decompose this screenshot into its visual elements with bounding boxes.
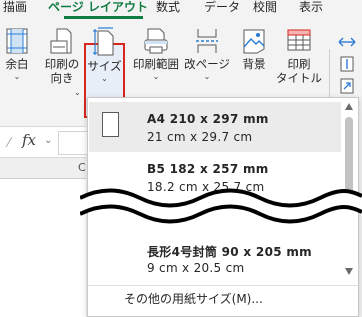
paper-size-subtitle: 9 cm x 20.5 cm [147, 261, 245, 275]
background-label: 背景 [242, 57, 266, 71]
margins-icon [6, 28, 28, 54]
breaks-button[interactable]: 改ページ ⌄ [183, 27, 231, 82]
chevron-down-icon: ⌄ [101, 74, 108, 83]
orientation-icon [50, 28, 72, 54]
paper-size-icon [92, 27, 113, 56]
margins-button[interactable]: 余白 ⌄ [2, 27, 32, 82]
print-area-label: 印刷範囲 [133, 57, 179, 71]
chevron-down-icon: ⌄ [203, 72, 211, 81]
ribbon-tab-bar: 描画 ページ レイアウト 数式 データ 校閲 表示 [0, 0, 362, 19]
paper-size-title: A4 210 x 297 mm [147, 112, 269, 126]
separator-icon [5, 136, 13, 148]
scroll-up-icon[interactable] [345, 103, 353, 110]
background-button[interactable]: 背景 [237, 27, 271, 72]
insert-function-icon[interactable]: fx [22, 131, 36, 149]
tab-formulas[interactable]: 数式 [156, 0, 180, 16]
paper-size-title: B5 182 x 257 mm [147, 162, 269, 176]
paper-size-title: 長形4号封筒 90 x 205 mm [147, 245, 312, 259]
formula-bar: fx ⌄ [0, 126, 88, 158]
column-header-c[interactable]: C [78, 161, 86, 174]
paper-size-item-a4[interactable]: A4 210 x 297 mm 21 cm x 29.7 cm [89, 102, 341, 152]
scroll-down-icon[interactable] [345, 268, 353, 275]
tab-draw[interactable]: 描画 [3, 0, 27, 16]
chevron-down-icon: ⌄ [152, 72, 160, 81]
chevron-down-icon: ⌄ [13, 72, 21, 81]
print-titles-icon [287, 29, 311, 51]
width-scale-icon[interactable] [336, 33, 358, 51]
margins-label: 余白 [5, 57, 29, 71]
breaks-label: 改ページ [184, 57, 230, 71]
print-area-button[interactable]: 印刷範囲 ⌄ [129, 27, 183, 82]
paper-icon [102, 112, 119, 137]
tab-data[interactable]: データ [204, 0, 240, 16]
orientation-label-2: 向き [50, 71, 74, 85]
tab-page-layout[interactable]: ページ レイアウト [48, 0, 148, 16]
chevron-down-icon: ⌄ [74, 88, 81, 97]
tab-view[interactable]: 表示 [299, 0, 323, 16]
orientation-button[interactable]: 印刷の 向き ⌄ [40, 27, 84, 97]
scale-icon[interactable] [336, 77, 358, 95]
dropdown-divider [88, 285, 358, 286]
worksheet-area[interactable] [0, 158, 86, 317]
more-paper-sizes-link[interactable]: その他の用紙サイズ(M)... [124, 290, 263, 307]
page-break-icon [196, 29, 218, 53]
tab-review[interactable]: 校閲 [253, 0, 277, 16]
height-scale-icon[interactable] [336, 55, 358, 73]
print-titles-label-2: タイトル [276, 71, 322, 85]
paper-size-item-envelope[interactable]: 長形4号封筒 90 x 205 mm 9 cm x 20.5 cm [89, 233, 341, 283]
column-header-row: C [0, 158, 86, 179]
print-titles-button[interactable]: 印刷 タイトル [276, 27, 322, 86]
background-image-icon [243, 29, 265, 54]
print-area-icon [144, 28, 168, 54]
formula-input[interactable] [58, 131, 88, 155]
chevron-down-icon[interactable]: ⌄ [44, 135, 52, 146]
paper-size-subtitle: 21 cm x 29.7 cm [147, 130, 253, 144]
size-button[interactable]: サイズ ⌄ [86, 27, 123, 84]
omission-wave-divider [80, 188, 362, 224]
size-label: サイズ [87, 59, 122, 73]
